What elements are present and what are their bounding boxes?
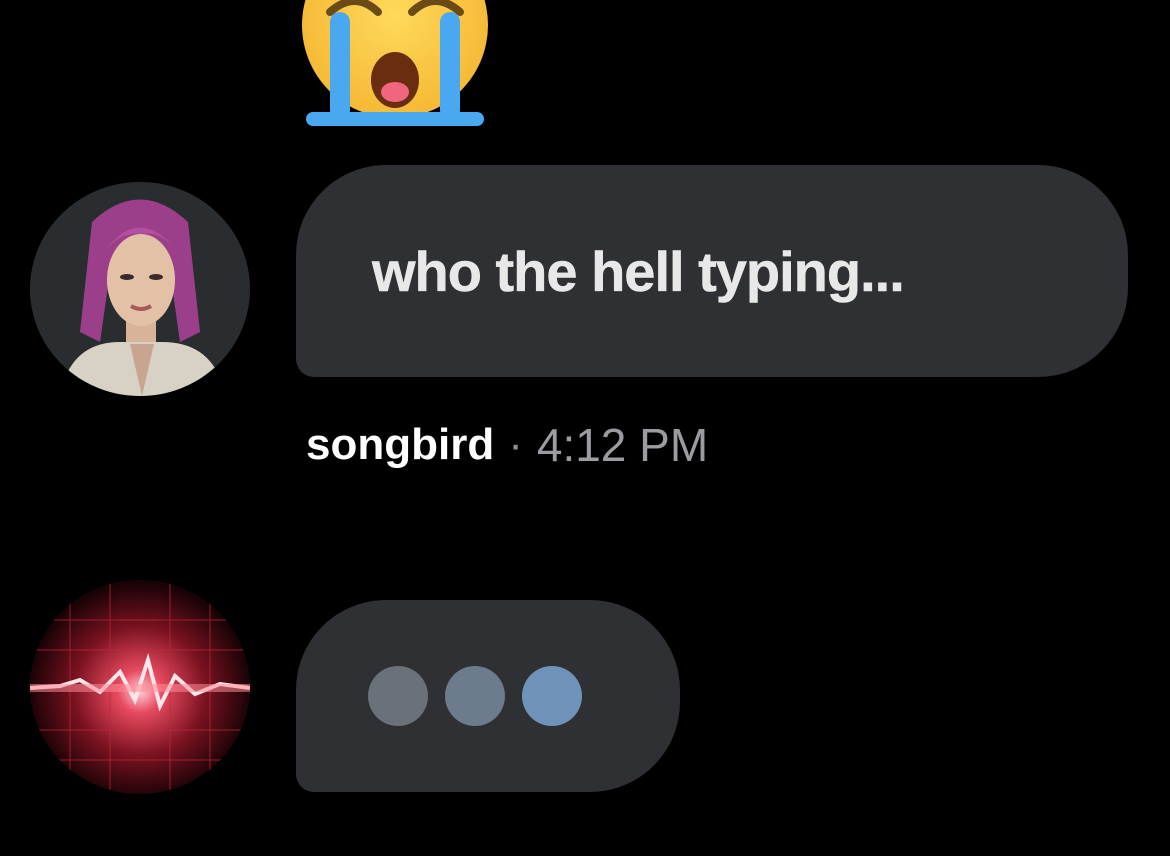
message-text: who the hell typing... xyxy=(372,240,905,304)
red-signal-avatar[interactable] xyxy=(30,580,250,794)
sender-name[interactable]: songbird xyxy=(306,420,494,470)
typing-dot-2 xyxy=(445,666,505,726)
message-bubble[interactable]: who the hell typing... xyxy=(296,165,1128,377)
meta-separator: · xyxy=(508,420,523,469)
typing-dot-1 xyxy=(368,666,428,726)
crying-face-emoji-icon xyxy=(300,0,490,130)
message-meta: songbird · 4:12 PM xyxy=(306,415,708,475)
message-timestamp: 4:12 PM xyxy=(536,419,709,471)
typing-indicator-bubble xyxy=(296,600,680,792)
songbird-avatar[interactable] xyxy=(30,182,250,396)
typing-dot-3 xyxy=(522,666,582,726)
